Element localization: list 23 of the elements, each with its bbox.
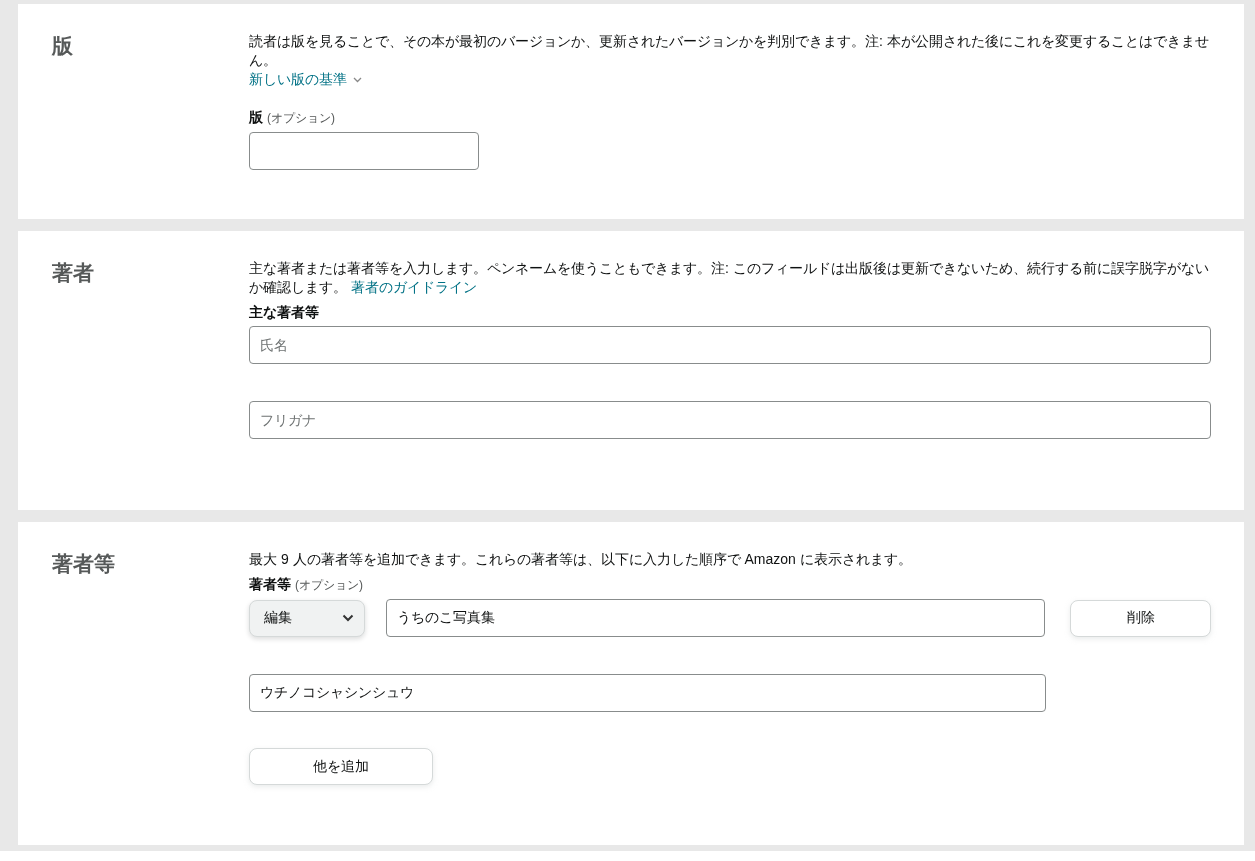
chevron-icon	[353, 76, 362, 83]
section-heading: 版	[52, 33, 74, 59]
text-input-field[interactable]: フリガナ	[249, 401, 1211, 439]
reading-input-field[interactable]: ウチノコシャシンシュウ	[249, 674, 1046, 712]
description-text: 最大 9 人の著者等を追加できます。これらの著者等は、以下に入力した順序で Amazon に表示されます。	[249, 550, 913, 569]
description-text: 主な著者または著者等を入力します。ペンネームを使うこともできます。注: このフィールドは出版後は更新できないため、続行する前に誤字脱字がないか確認します。 著者のガイドライン	[249, 259, 1210, 297]
remove-button[interactable]: 削除	[1070, 599, 1211, 637]
field-label: 主な著者等	[249, 304, 319, 320]
description-text: 読者は版を見ることで、その本が最初のバージョンか、更新されたバージョンかを判別できます。注: 本が公開された後にこれを変更することはできません。	[249, 32, 1210, 70]
chevron-down-icon	[342, 614, 354, 622]
optional-note: (オプション)	[267, 111, 335, 125]
field-label: 著者等	[249, 576, 291, 592]
role-dropdown[interactable]: 編集	[249, 599, 365, 637]
section-heading: 著者	[52, 260, 95, 286]
text-input-field[interactable]: 氏名	[249, 326, 1211, 364]
field-label: 版	[249, 109, 263, 125]
disclosure-link[interactable]: 新しい版の基準	[249, 70, 362, 89]
optional-note: (オプション)	[295, 578, 363, 592]
add-button[interactable]: 他を追加	[249, 748, 433, 785]
section-heading: 著者等	[52, 551, 116, 577]
guidelines-link[interactable]: 著者のガイドライン	[350, 279, 477, 295]
name-input-field[interactable]: うちのこ写真集	[386, 599, 1045, 637]
text-input-field[interactable]	[249, 132, 479, 170]
